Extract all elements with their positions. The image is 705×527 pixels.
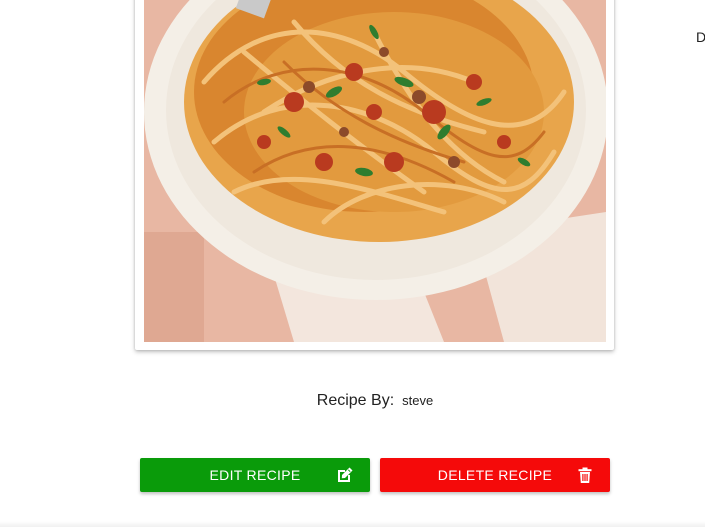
delete-recipe-label: DELETE RECIPE (437, 467, 553, 483)
recipe-image-card (135, 0, 614, 350)
delete-recipe-button[interactable]: DELETE RECIPE (380, 458, 610, 492)
recipe-by-label: Recipe By: (316, 392, 395, 409)
bottom-divider (0, 521, 705, 527)
edit-recipe-button[interactable]: EDIT RECIPE (140, 458, 370, 492)
recipe-author: Recipe By: steve (0, 392, 705, 410)
truncated-side-text: D (696, 29, 705, 45)
edit-recipe-label: EDIT RECIPE (209, 467, 301, 483)
recipe-by-value: steve (402, 393, 434, 408)
trash-icon (576, 466, 594, 484)
recipe-image (144, 0, 606, 342)
edit-icon (336, 466, 354, 484)
